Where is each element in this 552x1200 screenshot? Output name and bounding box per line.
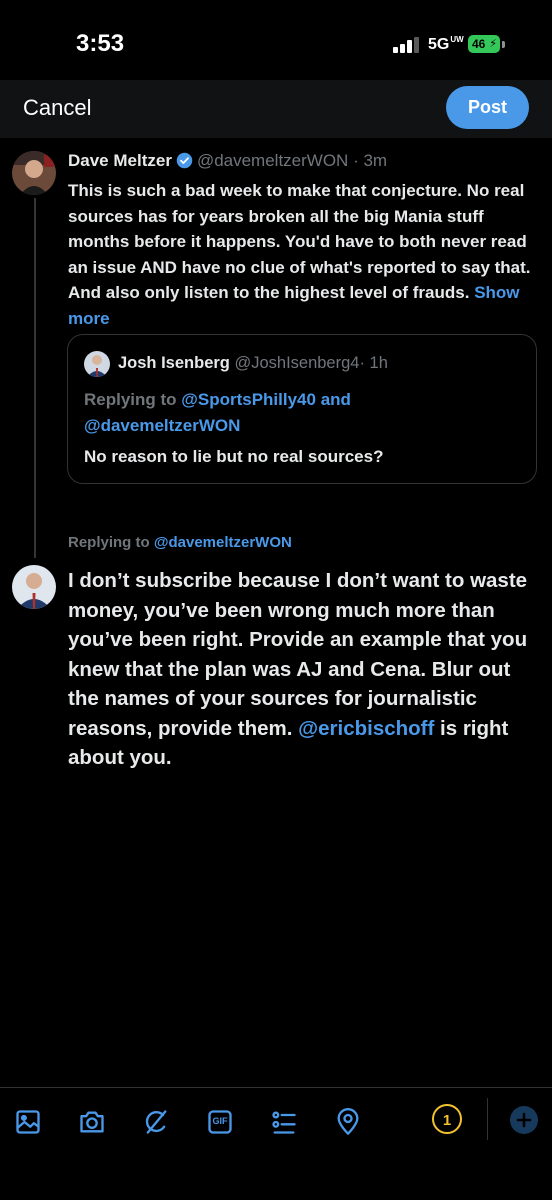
plus-icon (516, 1112, 532, 1128)
replying-and-label: and (320, 390, 351, 409)
author-handle[interactable]: @davemeltzerWON (197, 151, 348, 170)
avatar-dave-meltzer (12, 151, 56, 195)
home-indicator-area (0, 1152, 552, 1200)
mention-link[interactable]: @davemeltzerWON (154, 534, 292, 551)
tweet-header: Dave Meltzer @davemeltzerWON · 3m (68, 151, 387, 171)
network-label: 5GUW (428, 35, 464, 54)
network-sub-label: UW (450, 35, 464, 44)
mention-link[interactable]: @SportsPhilly40 (181, 390, 316, 409)
user-avatar (12, 565, 56, 609)
tweet-body: This is such a bad week to make that con… (68, 178, 538, 331)
avatar (12, 151, 56, 195)
mention-link[interactable]: @davemeltzerWON (84, 416, 240, 435)
avatar-josh-isenberg (84, 351, 110, 377)
quoted-tweet-card[interactable]: Josh Isenberg @JoshIsenberg4· 1h Replyin… (67, 334, 537, 484)
tweet-time: · 3m (353, 151, 388, 170)
quoted-avatar (84, 351, 110, 377)
compose-textarea[interactable]: I don’t subscribe because I don’t want t… (68, 566, 538, 773)
battery-cap (502, 41, 505, 48)
status-time: 3:53 (76, 30, 125, 57)
tweet-text: This is such a bad week to make that con… (68, 181, 531, 302)
charging-icon: ⚡ (489, 38, 497, 50)
toolbar-divider (487, 1098, 488, 1140)
quoted-tweet-text: No reason to lie but no real sources? (84, 447, 384, 466)
replying-to: Replying to @davemeltzerWON (68, 534, 292, 551)
image-icon[interactable] (14, 1108, 42, 1136)
post-button[interactable]: Post (446, 86, 529, 129)
signal-icon (393, 37, 419, 53)
mention-link[interactable]: @ericbischoff (298, 717, 434, 740)
thread-line (34, 198, 36, 558)
gif-label: GIF (212, 1116, 228, 1126)
author-name[interactable]: Dave Meltzer (68, 151, 172, 170)
location-icon[interactable] (334, 1108, 362, 1136)
gif-icon[interactable]: GIF (206, 1108, 234, 1136)
add-post-button[interactable] (510, 1106, 538, 1134)
quoted-author-handle[interactable]: @JoshIsenberg4 (234, 354, 359, 372)
compose-toolbar: GIF (0, 1087, 552, 1153)
avatar-current-user (12, 565, 56, 609)
quoted-replying-to: Replying to @SportsPhilly40 and @davemel… (84, 387, 504, 439)
battery-level: 46 (472, 37, 486, 51)
replying-prefix: Replying to (68, 534, 150, 551)
battery-icon: 46 ⚡ (468, 35, 500, 53)
quoted-replying-prefix: Replying to (84, 390, 177, 409)
quoted-author-name[interactable]: Josh Isenberg (118, 354, 230, 372)
cancel-button[interactable]: Cancel (23, 95, 91, 121)
thread-counter[interactable]: 1 (432, 1104, 462, 1134)
compose-text-main: I don’t subscribe because I don’t want t… (68, 569, 528, 740)
grok-icon[interactable] (142, 1108, 170, 1136)
camera-icon[interactable] (78, 1108, 106, 1136)
poll-icon[interactable] (270, 1108, 298, 1136)
verified-badge-icon (176, 152, 193, 169)
quoted-tweet-header: Josh Isenberg @JoshIsenberg4· 1h (118, 354, 388, 373)
quoted-tweet-time: · 1h (359, 354, 388, 372)
status-bar: 3:53 5GUW 46 ⚡ (0, 0, 552, 80)
